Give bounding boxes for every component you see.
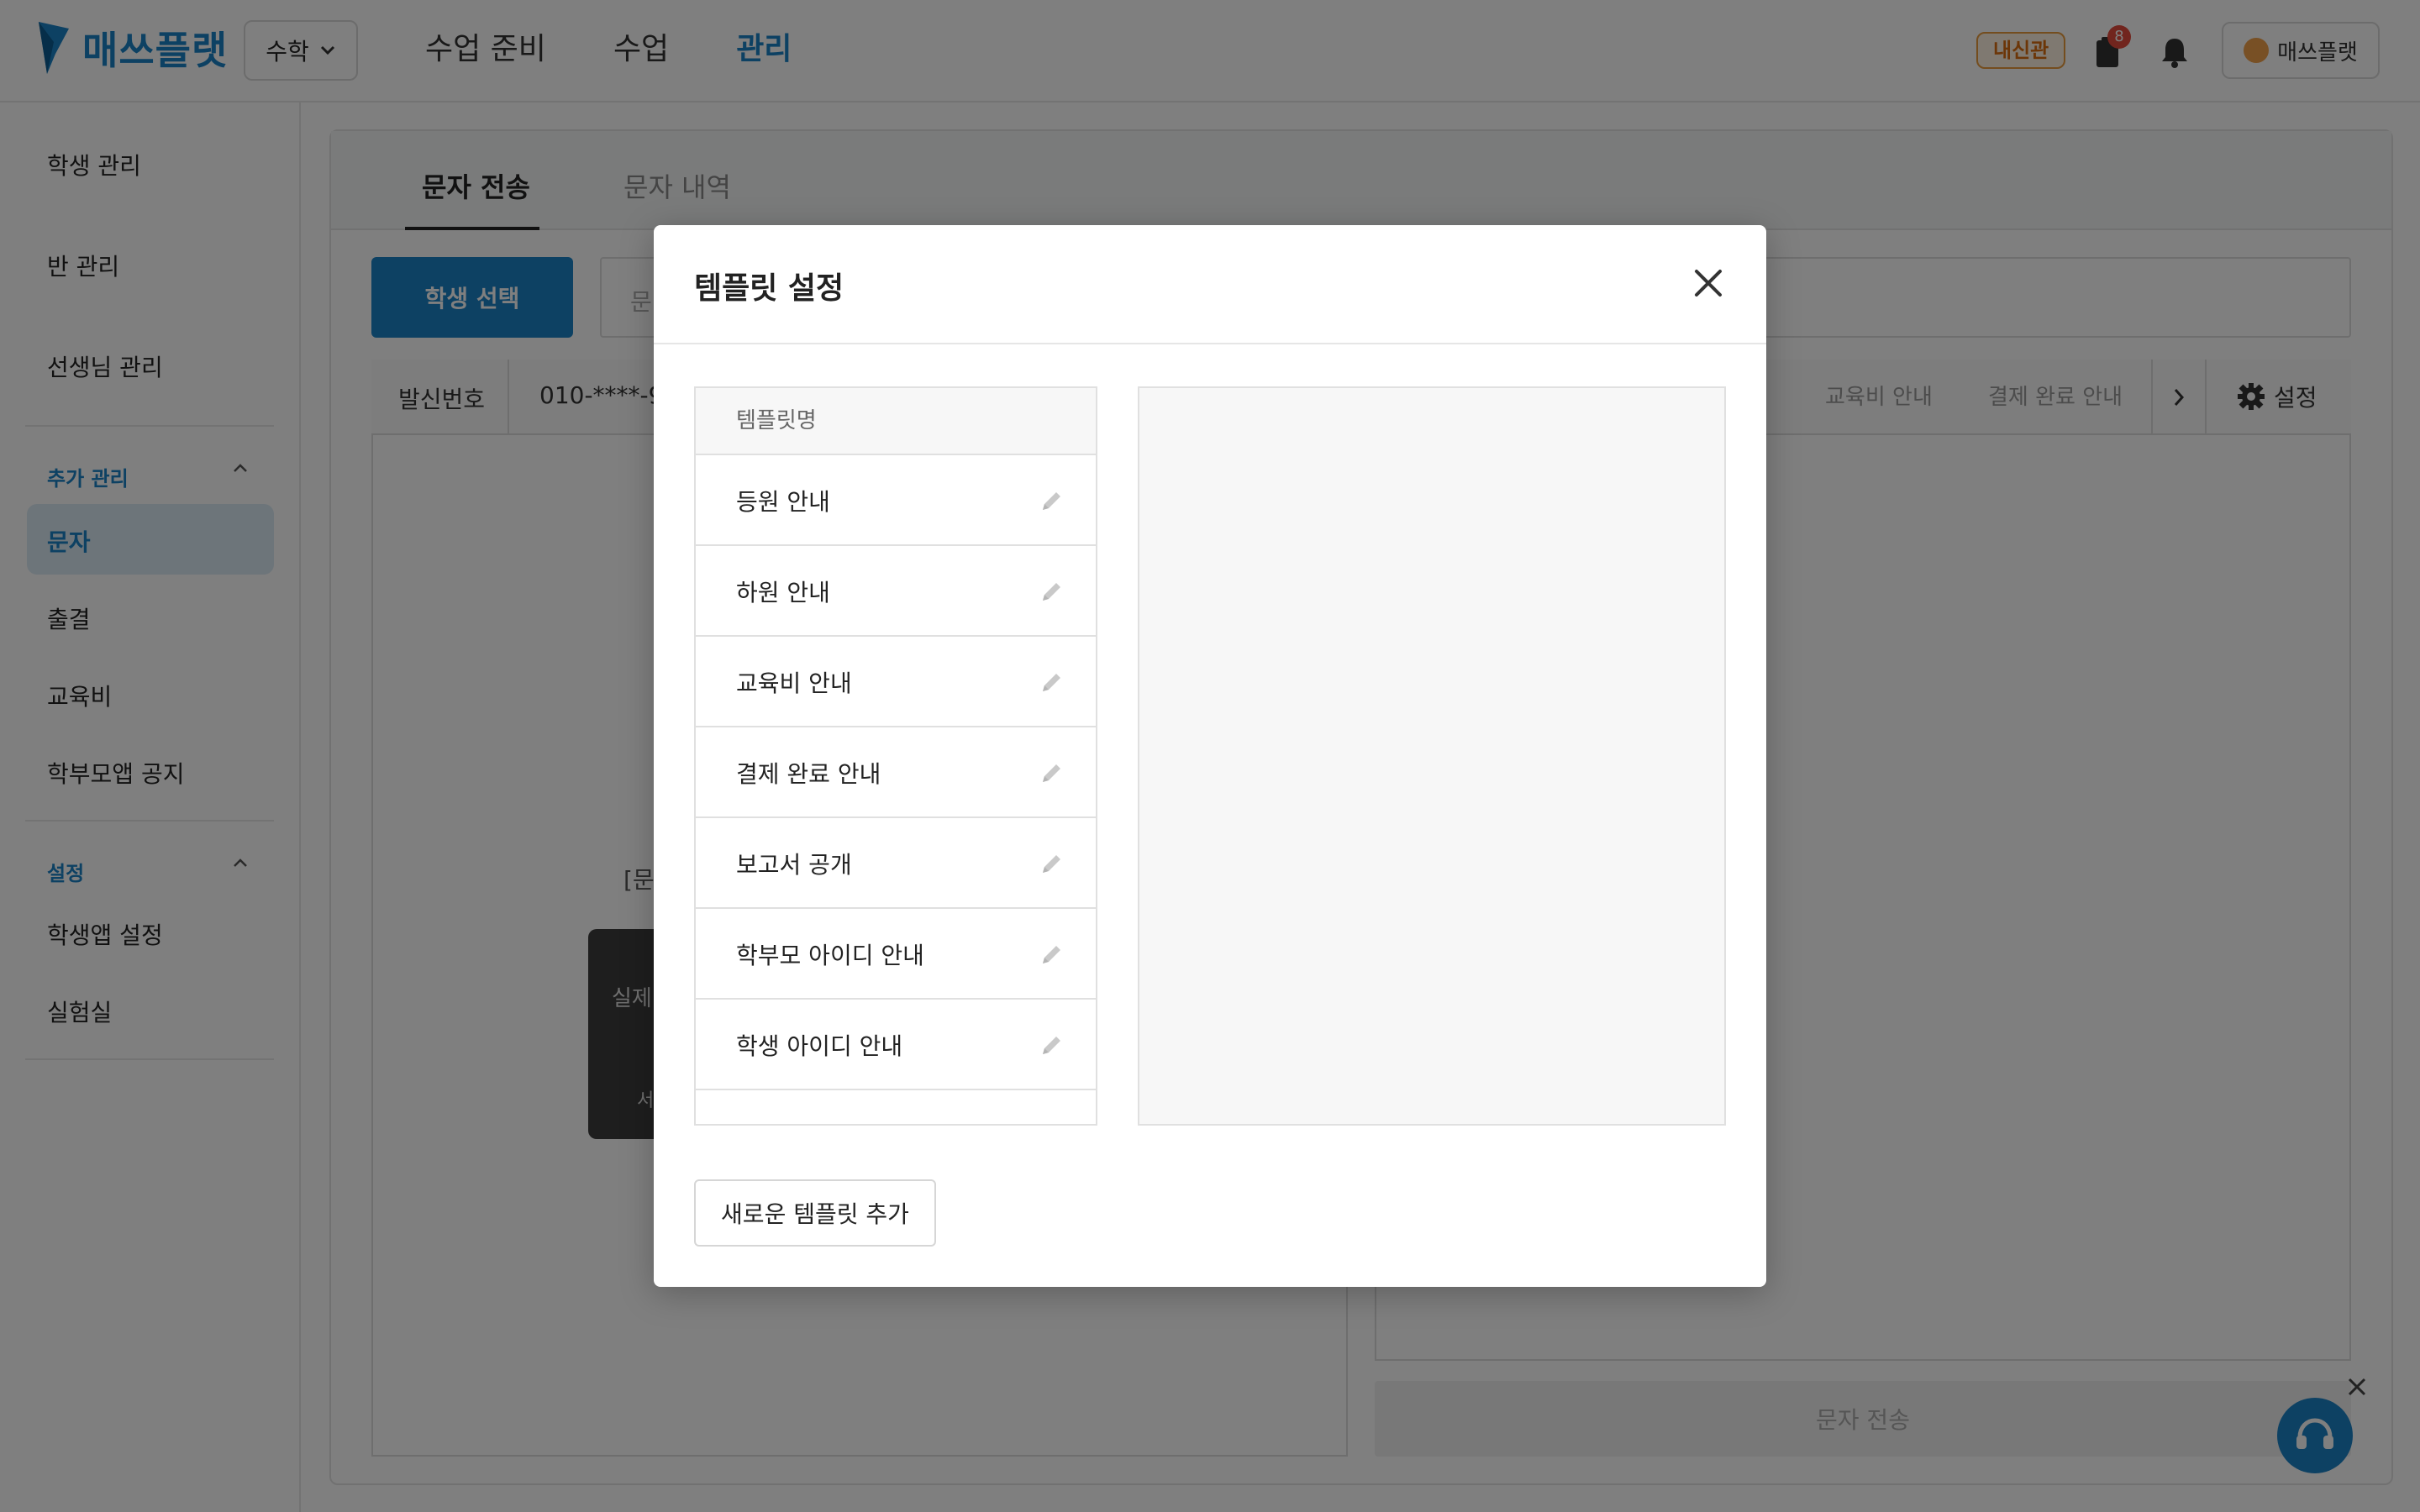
template-name: 학생 아이디 안내 xyxy=(736,1032,903,1060)
template-list: 템플릿명 등원 안내 하원 안내 교육비 안내 결제 완료 안내 보고서 공개 … xyxy=(694,386,1097,1126)
pencil-icon[interactable] xyxy=(1039,941,1065,968)
pencil-icon[interactable] xyxy=(1039,759,1065,786)
list-item[interactable]: 하원 안내 xyxy=(696,546,1096,637)
template-settings-modal: 템플릿 설정 템플릿명 등원 안내 하원 안내 교육비 안내 결제 완료 안내 … xyxy=(654,225,1766,1287)
pencil-icon[interactable] xyxy=(1039,850,1065,877)
template-name: 하원 안내 xyxy=(736,579,830,606)
modal-title: 템플릿 설정 xyxy=(694,271,844,306)
pencil-icon[interactable] xyxy=(1039,669,1065,696)
pencil-icon[interactable] xyxy=(1039,1032,1065,1058)
pencil-icon[interactable] xyxy=(1039,578,1065,605)
template-name: 학부모 아이디 안내 xyxy=(736,942,924,969)
template-name: 교육비 안내 xyxy=(736,669,852,697)
close-icon[interactable] xyxy=(1689,264,1728,302)
template-preview xyxy=(1138,386,1726,1126)
list-item[interactable]: 보고서 공개 xyxy=(696,818,1096,909)
list-item[interactable]: 교육비 안내 xyxy=(696,637,1096,727)
add-template-button[interactable]: 새로운 템플릿 추가 xyxy=(694,1179,936,1247)
list-item[interactable]: 등원 안내 xyxy=(696,455,1096,546)
template-list-header: 템플릿명 xyxy=(696,388,1096,455)
template-name: 등원 안내 xyxy=(736,488,830,516)
list-item[interactable]: 학부모 아이디 안내 xyxy=(696,909,1096,1000)
list-item[interactable]: 학생 아이디 안내 xyxy=(696,1000,1096,1090)
list-item[interactable]: 결제 완료 안내 xyxy=(696,727,1096,818)
modal-divider xyxy=(654,343,1766,344)
pencil-icon[interactable] xyxy=(1039,487,1065,514)
template-name: 보고서 공개 xyxy=(736,851,852,879)
template-name: 결제 완료 안내 xyxy=(736,760,881,788)
